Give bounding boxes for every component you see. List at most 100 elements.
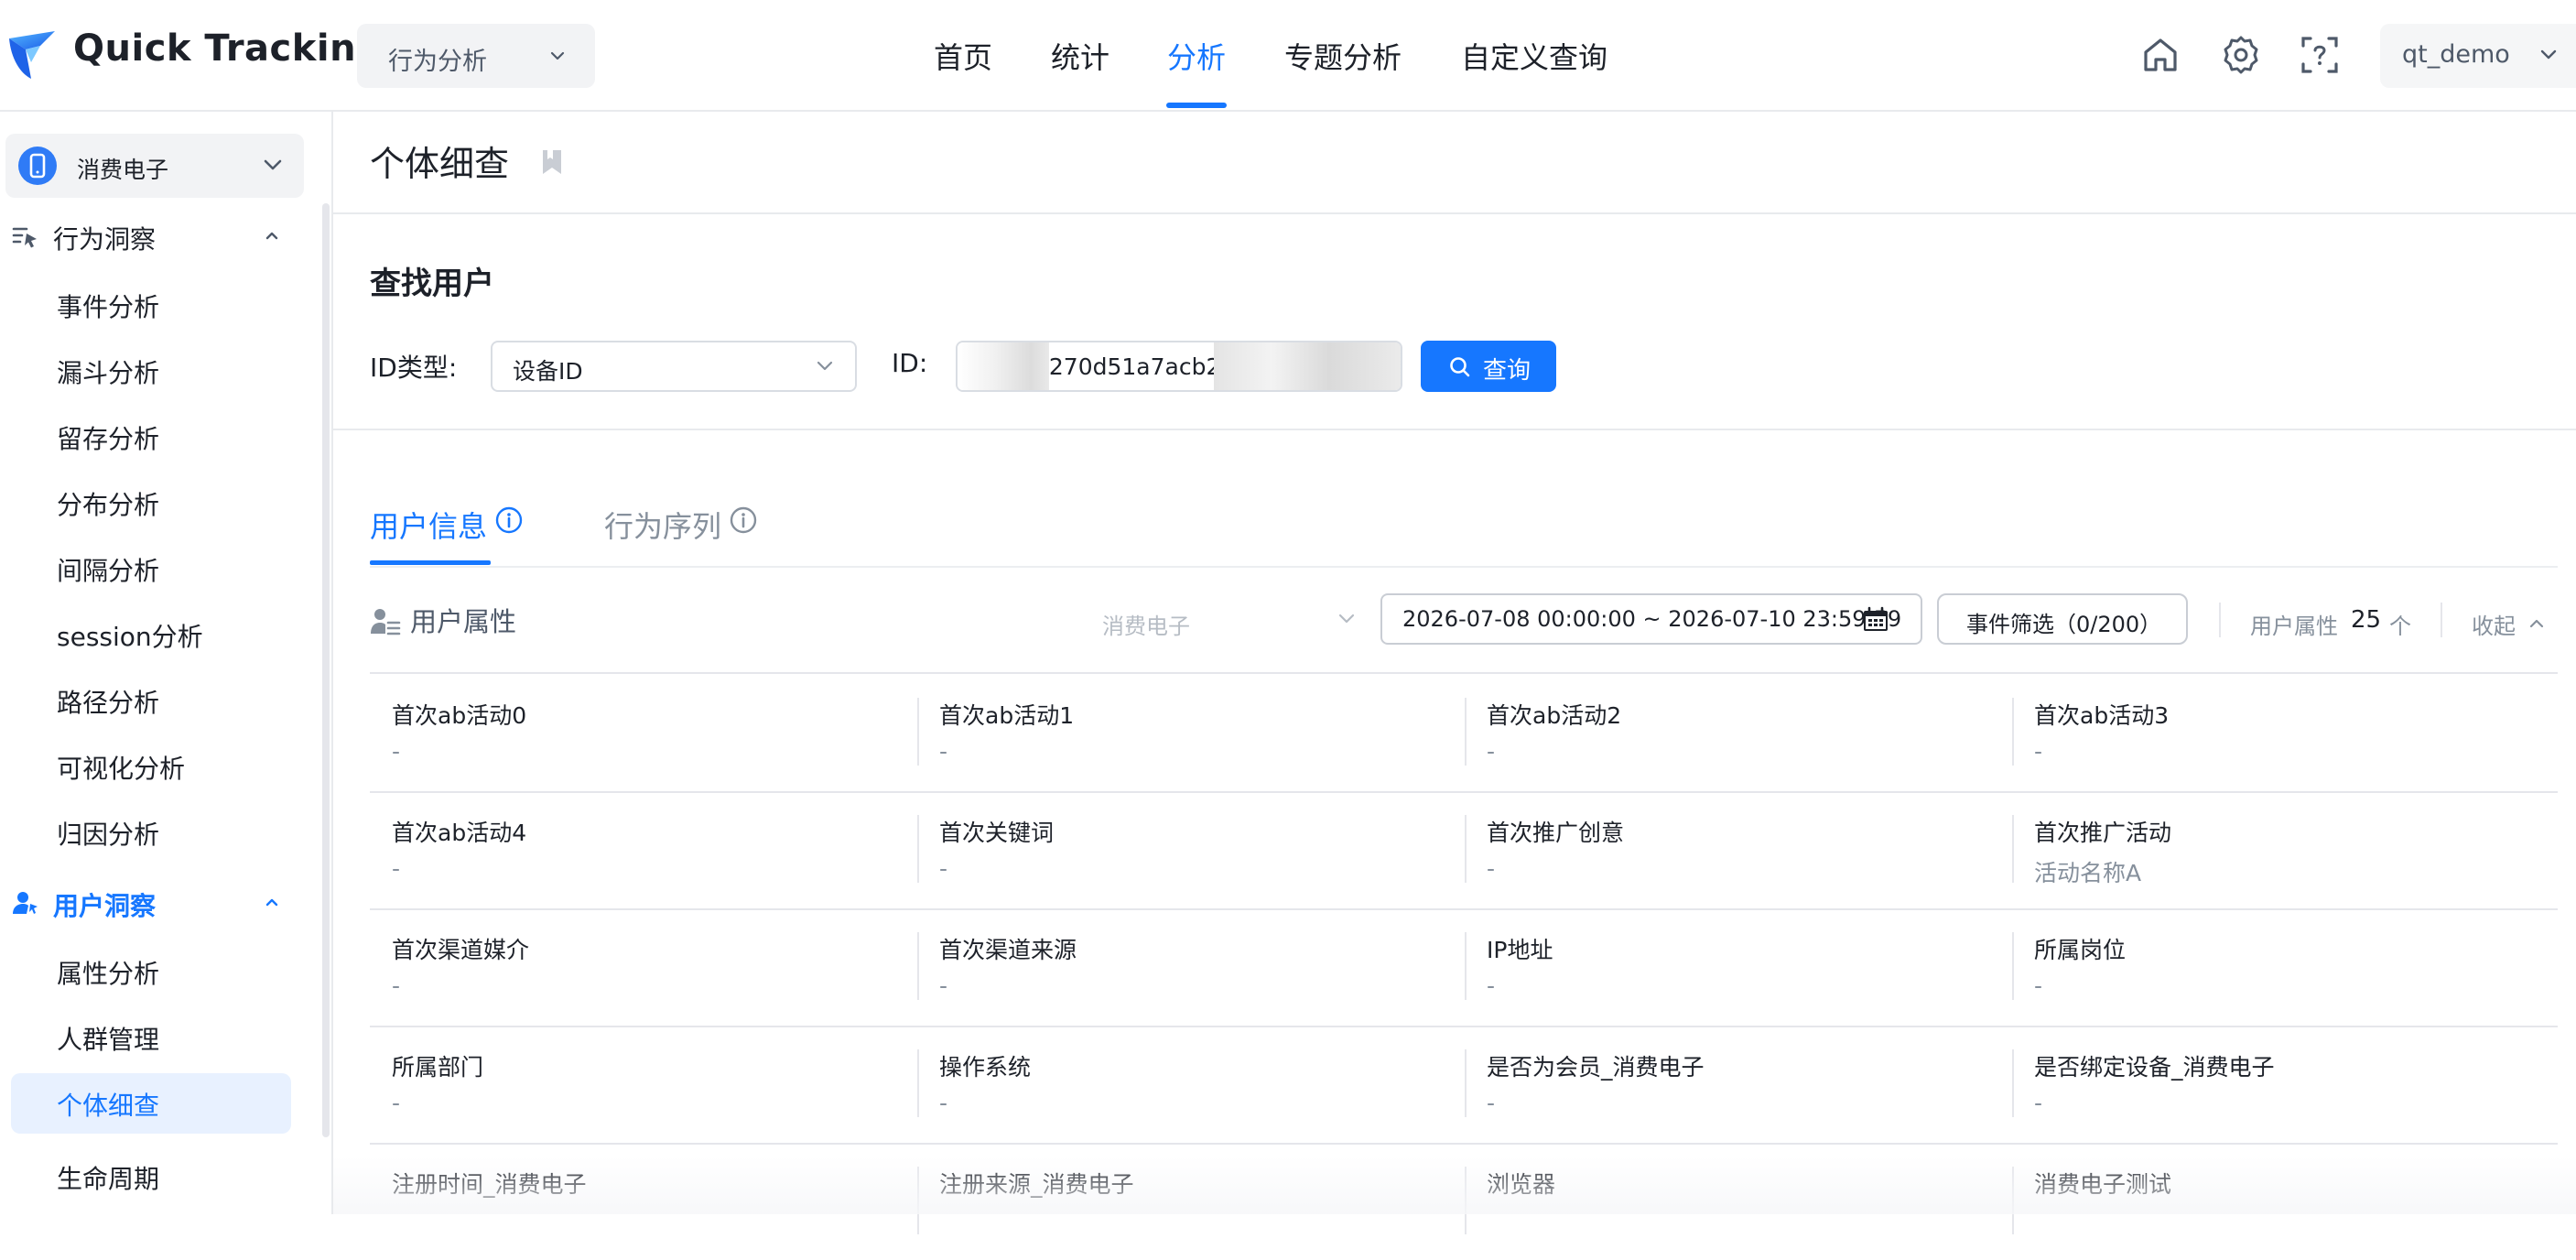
chevron-up-icon — [262, 892, 282, 912]
attribute-value: - — [392, 972, 401, 999]
chevron-down-icon — [260, 152, 286, 178]
behavior-list-icon — [11, 222, 40, 251]
attribute-name: 浏览器 — [1487, 1171, 1556, 1198]
sidebar-item-label: 可视化分析 — [57, 754, 186, 784]
sidebar-item-crowd-management[interactable]: 人群管理 — [11, 1007, 291, 1068]
sidebar-scrollbar[interactable] — [322, 203, 330, 1137]
attribute-cell: 是否为会员_消费电子 - — [1465, 1026, 2012, 1143]
sidebar-item-retention-analysis[interactable]: 留存分析 — [11, 407, 291, 467]
column-separator — [917, 1049, 919, 1117]
column-separator — [2012, 1049, 2014, 1117]
row-divider — [370, 1026, 2558, 1027]
sidebar-item-label: 留存分析 — [57, 424, 160, 454]
column-separator — [917, 698, 919, 766]
column-separator — [2012, 932, 2014, 1000]
module-select-value: 行为分析 — [388, 48, 487, 76]
attribute-value: - — [2034, 972, 2043, 999]
top-navigation-bar: Quick Tracking 行为分析 首页 统计 分析 专题分析 自定义查询 … — [0, 0, 2576, 112]
attribute-cell: 注册时间_消费电子 — [370, 1143, 917, 1260]
sidebar-item-path-analysis[interactable]: 路径分析 — [11, 670, 291, 731]
sidebar-item-event-analysis[interactable]: 事件分析 — [11, 275, 291, 335]
chevron-up-icon — [262, 225, 282, 245]
sidebar-item-attribution-analysis[interactable]: 归因分析 — [11, 802, 291, 863]
attribute-name: 首次推广创意 — [1487, 820, 1625, 846]
sidebar-item-distribution-analysis[interactable]: 分布分析 — [11, 472, 291, 533]
sidebar-group-user-insight[interactable]: 用户洞察 — [0, 875, 311, 930]
attribute-cell: 首次推广创意 - — [1465, 791, 2012, 908]
sidebar-item-label: 漏斗分析 — [57, 358, 160, 388]
attribute-value: - — [2034, 738, 2043, 765]
quick-tracking-logo-icon[interactable] — [4, 26, 60, 84]
sidebar: 消费电子 行为洞察 事件分析 漏斗分析 留存分析 分布分析 间隔分析 sessi… — [0, 112, 333, 1214]
nav-active-indicator — [1166, 103, 1227, 108]
nav-home[interactable]: 首页 — [934, 35, 992, 77]
attribute-value: - — [2034, 1090, 2043, 1116]
sidebar-item-attribute-analysis[interactable]: 属性分析 — [11, 941, 291, 1002]
app-select-value: 消费电子 — [77, 157, 169, 183]
column-separator — [2012, 1167, 2014, 1234]
row-divider — [370, 791, 2558, 793]
attribute-name: 首次关键词 — [939, 820, 1055, 846]
sidebar-item-lifecycle[interactable]: 生命周期 — [11, 1139, 291, 1194]
sidebar-group-behavior-insight[interactable]: 行为洞察 — [0, 209, 311, 264]
attribute-value: - — [939, 972, 948, 999]
sidebar-item-interval-analysis[interactable]: 间隔分析 — [11, 538, 291, 599]
attribute-cell: IP地址 - — [1465, 908, 2012, 1026]
app-select-dropdown[interactable]: 消费电子 — [5, 134, 304, 198]
sidebar-item-label: 归因分析 — [57, 820, 160, 850]
user-name: qt_demo — [2402, 40, 2510, 69]
sidebar-item-label: 个体细查 — [57, 1091, 160, 1121]
attribute-value: - — [392, 1090, 401, 1116]
attribute-value: - — [392, 855, 401, 882]
attribute-value: - — [939, 1090, 948, 1116]
user-account-dropdown[interactable]: qt_demo — [2380, 24, 2576, 88]
sidebar-item-label: 分布分析 — [57, 490, 160, 520]
attribute-name: 首次ab活动2 — [1487, 702, 1622, 729]
attribute-name: 注册来源_消费电子 — [939, 1171, 1134, 1198]
attribute-cell: 操作系统 - — [917, 1026, 1465, 1143]
attribute-name: 注册时间_消费电子 — [392, 1171, 587, 1198]
nav-statistics[interactable]: 统计 — [1051, 35, 1109, 77]
attribute-name: 首次ab活动4 — [392, 820, 527, 846]
sidebar-item-label: session分析 — [57, 622, 203, 652]
attribute-cell: 注册来源_消费电子 — [917, 1143, 1465, 1260]
nav-custom-query[interactable]: 自定义查询 — [1461, 35, 1607, 77]
attribute-name: 首次ab活动0 — [392, 702, 527, 729]
attribute-name: 是否绑定设备_消费电子 — [2034, 1054, 2275, 1081]
nav-topic-analysis[interactable]: 专题分析 — [1284, 35, 1402, 77]
module-select-dropdown[interactable]: 行为分析 — [357, 24, 595, 88]
sidebar-item-funnel-analysis[interactable]: 漏斗分析 — [11, 341, 291, 401]
row-divider — [370, 1143, 2558, 1145]
attribute-cell: 浏览器 — [1465, 1143, 2012, 1260]
sidebar-item-visual-analysis[interactable]: 可视化分析 — [11, 736, 291, 797]
attribute-value: - — [939, 855, 948, 882]
nav-analysis[interactable]: 分析 — [1167, 35, 1226, 77]
home-icon[interactable] — [2138, 33, 2182, 77]
settings-gear-icon[interactable] — [2219, 33, 2263, 77]
sidebar-item-individual-lookup[interactable]: 个体细查 — [11, 1073, 291, 1134]
column-separator — [1465, 932, 1467, 1000]
attribute-name: 是否为会员_消费电子 — [1487, 1054, 1705, 1081]
phone-app-icon — [18, 147, 57, 185]
attribute-value: - — [939, 738, 948, 765]
attribute-cell: 消费电子测试 — [2012, 1143, 2560, 1260]
attribute-name: 首次渠道媒介 — [392, 937, 530, 963]
attribute-value: - — [1487, 972, 1496, 999]
sidebar-item-label: 人群管理 — [57, 1025, 160, 1055]
attribute-value: - — [1487, 855, 1496, 882]
column-separator — [2012, 698, 2014, 766]
help-scan-icon[interactable] — [2298, 33, 2342, 77]
sidebar-item-label: 生命周期 — [57, 1164, 160, 1194]
sidebar-group-label: 行为洞察 — [53, 224, 157, 255]
attribute-name: 所属部门 — [392, 1054, 484, 1081]
column-separator — [917, 1167, 919, 1234]
attribute-name: 首次ab活动3 — [2034, 702, 2170, 729]
sidebar-item-label: 事件分析 — [57, 292, 160, 322]
attribute-cell: 首次推广活动 活动名称A — [2012, 791, 2560, 908]
column-separator — [1465, 815, 1467, 883]
attribute-cell: 首次关键词 - — [917, 791, 1465, 908]
attribute-cell: 首次ab活动4 - — [370, 791, 917, 908]
attribute-cell: 是否绑定设备_消费电子 - — [2012, 1026, 2560, 1143]
chevron-down-icon — [547, 46, 568, 66]
sidebar-item-session-analysis[interactable]: session分析 — [11, 604, 291, 665]
